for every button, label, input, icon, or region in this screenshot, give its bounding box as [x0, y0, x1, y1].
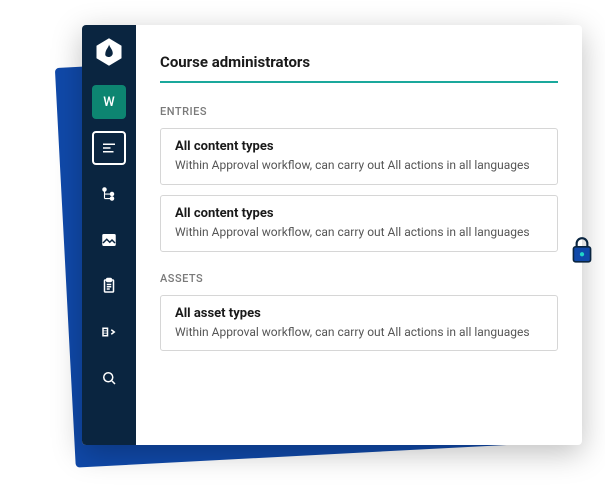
card-title: All asset types	[175, 306, 543, 321]
sidebar: W	[82, 25, 136, 445]
image-icon	[100, 231, 118, 249]
nav-expand[interactable]	[92, 315, 126, 349]
section-entries: ENTRIES All content types Within Approva…	[160, 105, 558, 252]
workspace-badge[interactable]: W	[92, 85, 126, 119]
card-title: All content types	[175, 139, 543, 154]
app-logo[interactable]	[92, 35, 126, 69]
nav-assets[interactable]	[92, 223, 126, 257]
section-label: ASSETS	[160, 272, 558, 285]
nav-entries[interactable]	[92, 131, 126, 165]
nav-clipboard[interactable]	[92, 269, 126, 303]
search-icon	[100, 369, 118, 387]
card-subtitle: Within Approval workflow, can carry out …	[175, 157, 543, 174]
card-title: All content types	[175, 206, 543, 221]
permission-card[interactable]: All content types Within Approval workfl…	[160, 195, 558, 252]
card-subtitle: Within Approval workflow, can carry out …	[175, 324, 543, 341]
workspace-letter: W	[103, 95, 114, 110]
permission-card[interactable]: All asset types Within Approval workflow…	[160, 295, 558, 352]
nav-structure[interactable]	[92, 177, 126, 211]
lock-icon	[569, 235, 595, 265]
main-content: Course administrators ENTRIES All conten…	[136, 25, 582, 445]
section-label: ENTRIES	[160, 105, 558, 118]
text-left-icon	[100, 139, 118, 157]
card-subtitle: Within Approval workflow, can carry out …	[175, 224, 543, 241]
app-window: W Course administrators ENTRIES All cont…	[82, 25, 582, 445]
sidebar-expand-icon	[100, 323, 118, 341]
section-assets: ASSETS All asset types Within Approval w…	[160, 272, 558, 352]
permission-card[interactable]: All content types Within Approval workfl…	[160, 128, 558, 185]
tree-icon	[100, 185, 118, 203]
page-title: Course administrators	[160, 53, 558, 83]
nav-search[interactable]	[92, 361, 126, 395]
clipboard-icon	[100, 277, 118, 295]
